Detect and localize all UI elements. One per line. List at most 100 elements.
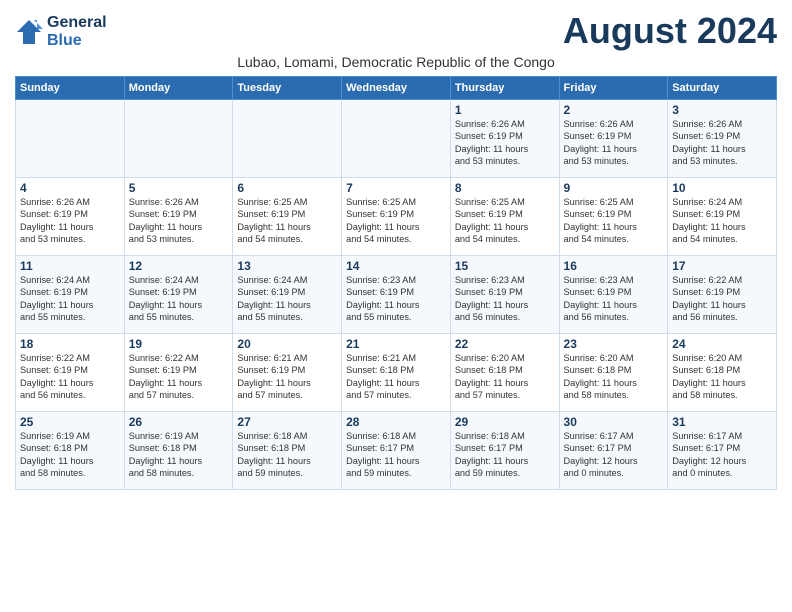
table-row bbox=[233, 100, 342, 178]
calendar-table: Sunday Monday Tuesday Wednesday Thursday… bbox=[15, 76, 777, 490]
day-info: Sunrise: 6:25 AM Sunset: 6:19 PM Dayligh… bbox=[237, 196, 337, 246]
day-info: Sunrise: 6:21 AM Sunset: 6:19 PM Dayligh… bbox=[237, 352, 337, 402]
day-info: Sunrise: 6:23 AM Sunset: 6:19 PM Dayligh… bbox=[346, 274, 446, 324]
month-title: August 2024 bbox=[563, 10, 777, 52]
table-row bbox=[124, 100, 233, 178]
day-info: Sunrise: 6:18 AM Sunset: 6:17 PM Dayligh… bbox=[346, 430, 446, 480]
day-info: Sunrise: 6:22 AM Sunset: 6:19 PM Dayligh… bbox=[129, 352, 229, 402]
table-row: 23Sunrise: 6:20 AM Sunset: 6:18 PM Dayli… bbox=[559, 334, 668, 412]
day-info: Sunrise: 6:26 AM Sunset: 6:19 PM Dayligh… bbox=[564, 118, 664, 168]
day-number: 7 bbox=[346, 181, 446, 195]
calendar-week-row: 18Sunrise: 6:22 AM Sunset: 6:19 PM Dayli… bbox=[16, 334, 777, 412]
day-info: Sunrise: 6:20 AM Sunset: 6:18 PM Dayligh… bbox=[672, 352, 772, 402]
table-row: 10Sunrise: 6:24 AM Sunset: 6:19 PM Dayli… bbox=[668, 178, 777, 256]
day-number: 16 bbox=[564, 259, 664, 273]
table-row: 22Sunrise: 6:20 AM Sunset: 6:18 PM Dayli… bbox=[450, 334, 559, 412]
header-wednesday: Wednesday bbox=[342, 77, 451, 100]
day-info: Sunrise: 6:25 AM Sunset: 6:19 PM Dayligh… bbox=[346, 196, 446, 246]
day-info: Sunrise: 6:26 AM Sunset: 6:19 PM Dayligh… bbox=[672, 118, 772, 168]
header-friday: Friday bbox=[559, 77, 668, 100]
day-info: Sunrise: 6:24 AM Sunset: 6:19 PM Dayligh… bbox=[20, 274, 120, 324]
day-number: 26 bbox=[129, 415, 229, 429]
header-thursday: Thursday bbox=[450, 77, 559, 100]
table-row: 26Sunrise: 6:19 AM Sunset: 6:18 PM Dayli… bbox=[124, 412, 233, 490]
day-number: 6 bbox=[237, 181, 337, 195]
day-number: 13 bbox=[237, 259, 337, 273]
table-row: 9Sunrise: 6:25 AM Sunset: 6:19 PM Daylig… bbox=[559, 178, 668, 256]
calendar-week-row: 4Sunrise: 6:26 AM Sunset: 6:19 PM Daylig… bbox=[16, 178, 777, 256]
calendar-page: General Blue August 2024 Lubao, Lomami, … bbox=[0, 0, 792, 500]
logo: General Blue bbox=[15, 14, 107, 49]
calendar-week-row: 11Sunrise: 6:24 AM Sunset: 6:19 PM Dayli… bbox=[16, 256, 777, 334]
day-info: Sunrise: 6:17 AM Sunset: 6:17 PM Dayligh… bbox=[564, 430, 664, 480]
table-row: 4Sunrise: 6:26 AM Sunset: 6:19 PM Daylig… bbox=[16, 178, 125, 256]
header: General Blue August 2024 bbox=[15, 10, 777, 52]
table-row: 30Sunrise: 6:17 AM Sunset: 6:17 PM Dayli… bbox=[559, 412, 668, 490]
table-row: 1Sunrise: 6:26 AM Sunset: 6:19 PM Daylig… bbox=[450, 100, 559, 178]
day-info: Sunrise: 6:26 AM Sunset: 6:19 PM Dayligh… bbox=[455, 118, 555, 168]
day-number: 22 bbox=[455, 337, 555, 351]
table-row: 17Sunrise: 6:22 AM Sunset: 6:19 PM Dayli… bbox=[668, 256, 777, 334]
header-sunday: Sunday bbox=[16, 77, 125, 100]
table-row: 24Sunrise: 6:20 AM Sunset: 6:18 PM Dayli… bbox=[668, 334, 777, 412]
table-row: 28Sunrise: 6:18 AM Sunset: 6:17 PM Dayli… bbox=[342, 412, 451, 490]
logo-icon bbox=[15, 18, 43, 46]
table-row: 19Sunrise: 6:22 AM Sunset: 6:19 PM Dayli… bbox=[124, 334, 233, 412]
table-row: 5Sunrise: 6:26 AM Sunset: 6:19 PM Daylig… bbox=[124, 178, 233, 256]
day-info: Sunrise: 6:21 AM Sunset: 6:18 PM Dayligh… bbox=[346, 352, 446, 402]
day-info: Sunrise: 6:23 AM Sunset: 6:19 PM Dayligh… bbox=[455, 274, 555, 324]
day-number: 31 bbox=[672, 415, 772, 429]
day-info: Sunrise: 6:22 AM Sunset: 6:19 PM Dayligh… bbox=[20, 352, 120, 402]
day-info: Sunrise: 6:19 AM Sunset: 6:18 PM Dayligh… bbox=[129, 430, 229, 480]
day-number: 19 bbox=[129, 337, 229, 351]
day-info: Sunrise: 6:25 AM Sunset: 6:19 PM Dayligh… bbox=[455, 196, 555, 246]
day-info: Sunrise: 6:18 AM Sunset: 6:17 PM Dayligh… bbox=[455, 430, 555, 480]
day-info: Sunrise: 6:24 AM Sunset: 6:19 PM Dayligh… bbox=[129, 274, 229, 324]
table-row: 25Sunrise: 6:19 AM Sunset: 6:18 PM Dayli… bbox=[16, 412, 125, 490]
table-row: 3Sunrise: 6:26 AM Sunset: 6:19 PM Daylig… bbox=[668, 100, 777, 178]
table-row: 13Sunrise: 6:24 AM Sunset: 6:19 PM Dayli… bbox=[233, 256, 342, 334]
day-info: Sunrise: 6:20 AM Sunset: 6:18 PM Dayligh… bbox=[564, 352, 664, 402]
table-row: 8Sunrise: 6:25 AM Sunset: 6:19 PM Daylig… bbox=[450, 178, 559, 256]
day-number: 3 bbox=[672, 103, 772, 117]
day-number: 20 bbox=[237, 337, 337, 351]
day-number: 30 bbox=[564, 415, 664, 429]
day-number: 15 bbox=[455, 259, 555, 273]
day-number: 4 bbox=[20, 181, 120, 195]
day-number: 24 bbox=[672, 337, 772, 351]
day-number: 23 bbox=[564, 337, 664, 351]
day-info: Sunrise: 6:25 AM Sunset: 6:19 PM Dayligh… bbox=[564, 196, 664, 246]
day-info: Sunrise: 6:19 AM Sunset: 6:18 PM Dayligh… bbox=[20, 430, 120, 480]
day-number: 25 bbox=[20, 415, 120, 429]
day-number: 29 bbox=[455, 415, 555, 429]
header-tuesday: Tuesday bbox=[233, 77, 342, 100]
table-row: 14Sunrise: 6:23 AM Sunset: 6:19 PM Dayli… bbox=[342, 256, 451, 334]
table-row: 31Sunrise: 6:17 AM Sunset: 6:17 PM Dayli… bbox=[668, 412, 777, 490]
header-saturday: Saturday bbox=[668, 77, 777, 100]
day-number: 11 bbox=[20, 259, 120, 273]
day-number: 8 bbox=[455, 181, 555, 195]
table-row: 12Sunrise: 6:24 AM Sunset: 6:19 PM Dayli… bbox=[124, 256, 233, 334]
calendar-week-row: 25Sunrise: 6:19 AM Sunset: 6:18 PM Dayli… bbox=[16, 412, 777, 490]
day-number: 9 bbox=[564, 181, 664, 195]
weekday-header-row: Sunday Monday Tuesday Wednesday Thursday… bbox=[16, 77, 777, 100]
table-row: 20Sunrise: 6:21 AM Sunset: 6:19 PM Dayli… bbox=[233, 334, 342, 412]
day-number: 14 bbox=[346, 259, 446, 273]
table-row: 21Sunrise: 6:21 AM Sunset: 6:18 PM Dayli… bbox=[342, 334, 451, 412]
day-number: 21 bbox=[346, 337, 446, 351]
table-row: 29Sunrise: 6:18 AM Sunset: 6:17 PM Dayli… bbox=[450, 412, 559, 490]
day-number: 27 bbox=[237, 415, 337, 429]
day-info: Sunrise: 6:26 AM Sunset: 6:19 PM Dayligh… bbox=[20, 196, 120, 246]
table-row bbox=[342, 100, 451, 178]
logo-text: General Blue bbox=[47, 14, 107, 49]
day-info: Sunrise: 6:18 AM Sunset: 6:18 PM Dayligh… bbox=[237, 430, 337, 480]
day-info: Sunrise: 6:24 AM Sunset: 6:19 PM Dayligh… bbox=[237, 274, 337, 324]
day-number: 12 bbox=[129, 259, 229, 273]
table-row: 11Sunrise: 6:24 AM Sunset: 6:19 PM Dayli… bbox=[16, 256, 125, 334]
day-number: 1 bbox=[455, 103, 555, 117]
day-info: Sunrise: 6:22 AM Sunset: 6:19 PM Dayligh… bbox=[672, 274, 772, 324]
location: Lubao, Lomami, Democratic Republic of th… bbox=[15, 54, 777, 70]
table-row: 16Sunrise: 6:23 AM Sunset: 6:19 PM Dayli… bbox=[559, 256, 668, 334]
table-row: 15Sunrise: 6:23 AM Sunset: 6:19 PM Dayli… bbox=[450, 256, 559, 334]
day-info: Sunrise: 6:23 AM Sunset: 6:19 PM Dayligh… bbox=[564, 274, 664, 324]
